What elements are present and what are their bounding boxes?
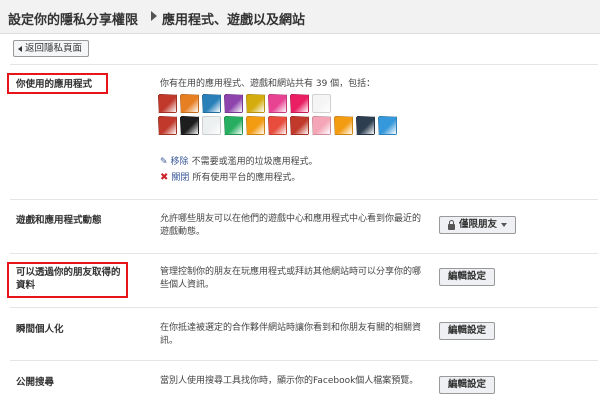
app-icon[interactable] <box>224 94 243 113</box>
app-icon[interactable] <box>268 94 287 113</box>
app-icon[interactable] <box>158 116 177 135</box>
public-search-description: 當別人使用搜尋工具找你時，顯示你的Facebook個人檔案預覽。 <box>160 376 419 386</box>
app-icon[interactable] <box>356 116 375 135</box>
disable-apps-note: ✖ 關閉 所有使用平台的應用程式。 <box>160 172 300 184</box>
app-icons-row <box>158 94 408 113</box>
divider <box>10 307 598 308</box>
back-to-privacy-button[interactable]: 返回隱私頁面 <box>13 40 90 57</box>
friends-info-edit-button[interactable]: 編輯設定 <box>439 268 496 286</box>
disable-platform-text: 所有使用平台的應用程式。 <box>192 173 301 183</box>
section-title-game-activity: 遊戲和應用程式動態 <box>16 215 102 226</box>
game-activity-audience-dropdown[interactable]: 僅限朋友 <box>439 216 517 234</box>
public-search-edit-button[interactable]: 編輯設定 <box>439 376 496 394</box>
app-icon[interactable] <box>224 116 243 135</box>
breadcrumb-arrow-icon <box>151 11 157 21</box>
divider <box>10 360 598 361</box>
app-icon[interactable] <box>180 94 199 113</box>
divider <box>10 64 598 65</box>
section-title-public-search: 公開搜尋 <box>16 377 55 388</box>
remove-apps-note: ✎ 移除 不需要或濫用的垃圾應用程式。 <box>160 156 318 168</box>
section-title-apps: 你使用的應用程式 <box>16 79 93 90</box>
friends-info-description: 管理控制你的朋友在玩應用程式或拜訪其他網站時可以分享你的哪些個人資訊。 <box>160 267 422 290</box>
app-icon[interactable] <box>378 116 397 135</box>
app-icon[interactable] <box>202 116 221 135</box>
page-header: 設定你的隱私分享權限 應用程式、遊戲以及網站 <box>0 0 600 34</box>
app-icon[interactable] <box>180 116 199 135</box>
apps-summary: 你有在用的應用程式、遊戲和網站共有 39 個，包括： <box>160 79 376 89</box>
app-icon[interactable] <box>268 116 287 135</box>
pencil-icon: ✎ <box>160 157 168 167</box>
section-title-instant-personalization: 瞬間個人化 <box>16 324 64 335</box>
instant-personalization-edit-button[interactable]: 編輯設定 <box>439 322 496 340</box>
divider <box>10 253 598 254</box>
remove-apps-text: 不需要或濫用的垃圾應用程式。 <box>191 157 318 167</box>
page-subtitle: 應用程式、遊戲以及網站 <box>162 13 306 28</box>
section-title-friends-info: 可以透過你的朋友取得的 資料 <box>16 266 121 292</box>
arrow-left-icon <box>18 45 22 52</box>
lock-icon <box>448 219 455 230</box>
page-title: 設定你的隱私分享權限 <box>8 13 139 28</box>
app-icons-grid <box>158 94 408 138</box>
audience-label: 僅限朋友 <box>459 219 498 230</box>
instant-personalization-description: 在你抵達被選定的合作夥伴網站時讓你看到和你朋友有關的相關資訊。 <box>160 323 422 346</box>
app-icon[interactable] <box>246 116 265 135</box>
disable-platform-link[interactable]: 關閉 <box>171 172 189 184</box>
app-icons-row <box>158 116 408 135</box>
game-activity-description: 允許哪些朋友可以在他們的遊戲中心和應用程式中心看到你最近的遊戲動態。 <box>160 214 422 237</box>
section-title-line: 可以透過你的朋友取得的 <box>16 267 121 278</box>
app-icon[interactable] <box>334 116 353 135</box>
app-icon[interactable] <box>202 94 221 113</box>
app-icon[interactable] <box>312 116 331 135</box>
divider <box>10 199 598 200</box>
close-icon: ✖ <box>160 172 169 183</box>
back-button-label: 返回隱私頁面 <box>25 43 83 54</box>
app-icon[interactable] <box>312 94 331 113</box>
remove-apps-link[interactable]: 移除 <box>171 156 189 168</box>
app-icon[interactable] <box>290 116 309 135</box>
app-icon[interactable] <box>290 94 309 113</box>
app-icon[interactable] <box>158 94 177 113</box>
app-icon[interactable] <box>246 94 265 113</box>
section-title-line: 資料 <box>16 280 36 291</box>
chevron-down-icon <box>501 223 508 227</box>
